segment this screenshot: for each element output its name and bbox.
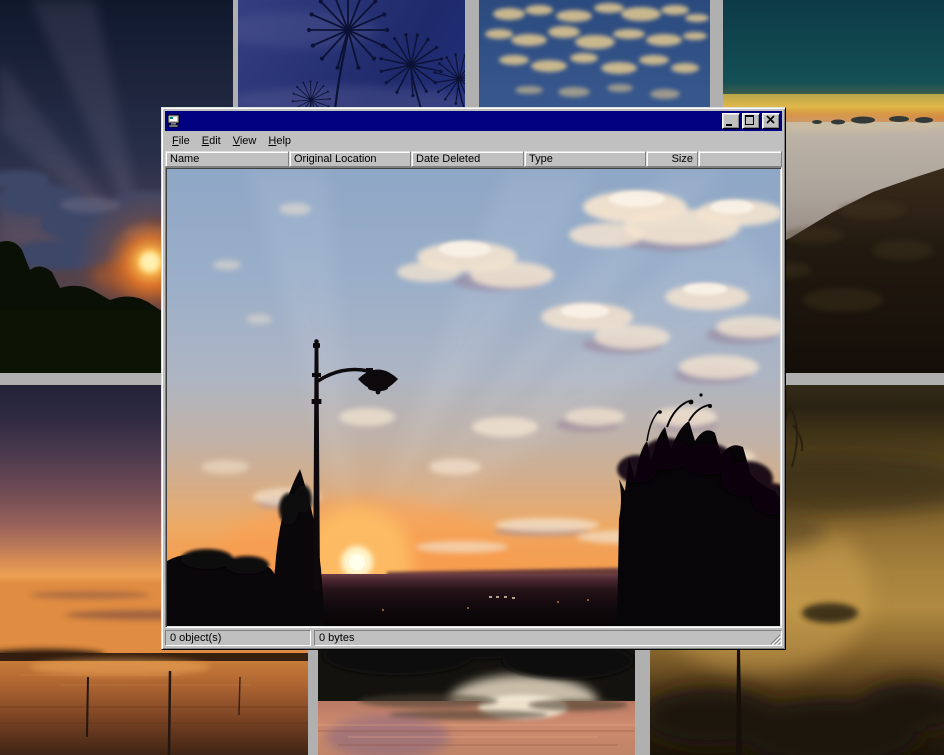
minimize-icon <box>726 124 732 126</box>
menu-view[interactable]: View <box>227 133 263 150</box>
status-object-count: 0 object(s) <box>165 630 311 646</box>
close-button[interactable] <box>762 113 780 129</box>
menu-help[interactable]: Help <box>262 133 297 150</box>
column-header-blank[interactable] <box>698 151 782 167</box>
file-list-viewport[interactable] <box>165 167 782 628</box>
computer-window-icon <box>167 114 181 128</box>
maximize-icon <box>745 115 754 125</box>
street-lamp-sunset-photo <box>167 169 780 626</box>
menu-edit[interactable]: Edit <box>196 133 227 150</box>
column-header-date-deleted[interactable]: Date Deleted <box>411 151 524 167</box>
column-header-name[interactable]: Name <box>165 151 289 167</box>
status-bar: 0 object(s) 0 bytes <box>165 630 782 646</box>
minimize-button[interactable] <box>722 113 740 129</box>
menu-bar: File Edit View Help <box>165 131 782 151</box>
title-bar[interactable] <box>165 111 782 131</box>
recycle-bin-window: File Edit View Help Name Original Locati… <box>161 107 786 650</box>
column-header-row: Name Original Location Date Deleted Type… <box>165 151 782 167</box>
maximize-button[interactable] <box>742 113 760 129</box>
desktop-wallpaper: File Edit View Help Name Original Locati… <box>0 0 944 755</box>
status-total-size: 0 bytes <box>314 630 782 646</box>
close-icon <box>765 115 776 125</box>
resize-grip[interactable] <box>768 632 781 645</box>
column-header-original-location[interactable]: Original Location <box>289 151 411 167</box>
column-header-type[interactable]: Type <box>524 151 646 167</box>
column-header-size[interactable]: Size <box>646 151 698 167</box>
menu-file[interactable]: File <box>166 133 196 150</box>
